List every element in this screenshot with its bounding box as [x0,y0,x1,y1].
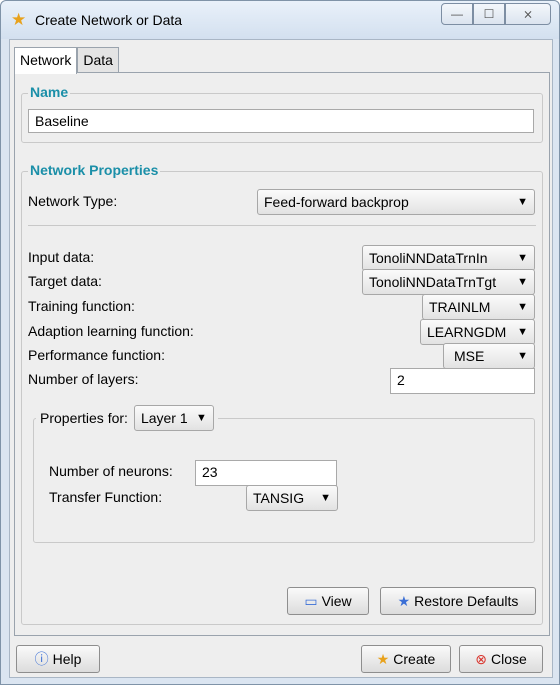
create-button-label: Create [393,651,436,667]
restore-defaults-button[interactable]: ★ Restore Defaults [380,587,536,615]
window-title: Create Network or Data [35,12,183,28]
close-icon: ⨯ [522,7,534,21]
target-data-value: TonoliNNDataTrnTgt [369,274,497,290]
input-data-value: TonoliNNDataTrnIn [369,250,488,266]
chevron-down-icon: ▼ [517,252,528,264]
input-data-label: Input data: [28,249,95,265]
target-data-label: Target data: [28,273,102,289]
transfer-function-value: TANSIG [253,490,305,506]
view-button[interactable]: ▭ View [287,587,369,615]
training-function-select[interactable]: TRAINLM ▼ [422,294,535,320]
performance-function-value: MSE [454,348,485,364]
chevron-down-icon: ▼ [517,326,528,338]
layer-selector-row: Properties for: Layer 1 ▼ [36,405,218,431]
maximize-button[interactable]: ☐ [473,3,505,25]
maximize-icon: ☐ [483,7,495,21]
dialog-window: ★ Create Network or Data — ☐ ⨯ Network D… [0,0,560,685]
number-of-layers-label: Number of layers: [28,371,139,387]
view-button-label: View [321,593,352,609]
close-button[interactable]: ⊗ Close [459,645,543,673]
number-of-neurons-label: Number of neurons: [49,463,173,479]
chevron-down-icon: ▼ [517,301,528,313]
target-data-select[interactable]: TonoliNNDataTrnTgt ▼ [362,269,535,295]
name-group-legend: Name [28,84,71,100]
number-of-neurons-input[interactable]: 23 [195,460,337,486]
restore-defaults-label: Restore Defaults [414,593,519,609]
create-button[interactable]: ★ Create [361,645,451,673]
minimize-button[interactable]: — [441,3,473,25]
network-tab-panel: Name Baseline Network Properties Network… [14,72,550,636]
transfer-function-label: Transfer Function: [49,489,163,505]
help-button-label: Help [52,651,82,667]
title-bar[interactable]: ★ Create Network or Data — ☐ ⨯ [1,1,559,39]
chevron-down-icon: ▼ [320,492,331,504]
number-of-layers-input[interactable]: 2 [390,368,535,394]
minimize-icon: — [451,7,463,21]
chevron-down-icon: ▼ [517,276,528,288]
layer-properties-group: Properties for: Layer 1 ▼ Number of neur… [33,405,535,543]
layer-select[interactable]: Layer 1 ▼ [133,405,214,431]
layer-select-value: Layer 1 [140,410,188,426]
window-icon: ▭ [304,593,318,609]
star-icon: ★ [397,593,411,609]
adaption-function-value: LEARNGDM [427,324,507,340]
training-function-value: TRAINLM [429,299,491,315]
performance-function-label: Performance function: [28,347,165,363]
name-input[interactable]: Baseline [28,109,534,133]
help-icon: ⓘ [34,651,49,667]
network-properties-group: Network Properties Network Type: Feed-fo… [21,162,543,625]
close-icon: ⊗ [475,651,487,667]
adaption-function-label: Adaption learning function: [28,323,194,339]
network-properties-legend: Network Properties [28,162,161,178]
network-type-value: Feed-forward backprop [264,194,409,210]
tab-data[interactable]: Data [77,47,119,72]
help-button[interactable]: ⓘ Help [16,645,100,673]
tab-bar: Network Data [14,47,119,74]
divider [28,225,536,226]
adaption-function-select[interactable]: LEARNGDM ▼ [420,319,535,345]
network-type-label: Network Type: [28,193,118,209]
star-icon: ★ [11,10,27,29]
performance-function-select[interactable]: MSE ▼ [443,343,535,369]
properties-for-label: Properties for: [40,410,128,426]
close-window-button[interactable]: ⨯ [505,3,551,25]
star-icon: ★ [376,651,390,667]
chevron-down-icon: ▼ [517,196,528,208]
input-data-select[interactable]: TonoliNNDataTrnIn ▼ [362,245,535,271]
chevron-down-icon: ▼ [196,412,207,424]
tab-network[interactable]: Network [14,47,78,74]
transfer-function-select[interactable]: TANSIG ▼ [246,485,338,511]
close-button-label: Close [490,651,527,667]
training-function-label: Training function: [28,298,135,314]
window-controls: — ☐ ⨯ [441,3,551,25]
name-group: Name Baseline [21,84,543,143]
chevron-down-icon: ▼ [517,350,528,362]
network-type-select[interactable]: Feed-forward backprop ▼ [257,189,535,215]
dialog-content: Network Data Name Baseline Network Prope… [9,39,553,678]
